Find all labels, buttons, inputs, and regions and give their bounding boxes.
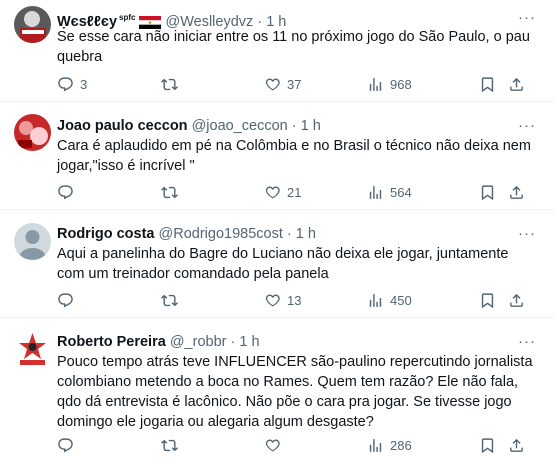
- views-count: 286: [390, 437, 412, 453]
- timestamp[interactable]: 1 h: [296, 226, 316, 242]
- reply-button[interactable]: [57, 182, 80, 202]
- like-button[interactable]: [264, 435, 287, 455]
- bookmark-button[interactable]: [479, 290, 496, 310]
- retweet-icon: [161, 76, 178, 93]
- reply-icon: [57, 76, 74, 93]
- tweet[interactable]: Rodrigo costa @Rodrigo1985cost · 1 h ···…: [0, 210, 554, 318]
- like-button[interactable]: 37: [264, 74, 301, 94]
- more-icon[interactable]: ···: [518, 8, 536, 28]
- views-button[interactable]: 968: [367, 74, 412, 94]
- tweet-actions: 21 564: [57, 182, 527, 202]
- author-handle[interactable]: @joao_ceccon: [192, 118, 288, 134]
- reply-button[interactable]: [57, 435, 80, 455]
- views-icon: [367, 437, 384, 454]
- like-button[interactable]: 21: [264, 182, 301, 202]
- like-count: 13: [287, 292, 302, 308]
- tweet-header: Joao paulo ceccon @joao_ceccon · 1 h ···: [57, 116, 536, 136]
- reply-icon: [57, 292, 74, 309]
- name-suffix: spfc: [119, 13, 136, 22]
- retweet-icon: [161, 184, 178, 201]
- reply-icon: [57, 437, 74, 454]
- reply-count: 3: [80, 76, 88, 92]
- avatar[interactable]: [14, 114, 51, 151]
- views-button[interactable]: 564: [367, 182, 412, 202]
- views-count: 968: [390, 76, 412, 92]
- author-name[interactable]: Joao paulo ceccon: [57, 118, 188, 134]
- reply-button[interactable]: 3: [57, 74, 87, 94]
- tweet[interactable]: Joao paulo ceccon @joao_ceccon · 1 h ···…: [0, 102, 554, 210]
- like-icon: [264, 184, 281, 201]
- share-button[interactable]: [508, 435, 525, 455]
- more-icon[interactable]: ···: [518, 224, 536, 244]
- like-icon: [264, 292, 281, 309]
- tweet-header: Rodrigo costa @Rodrigo1985cost · 1 h ···: [57, 224, 536, 244]
- share-button[interactable]: [508, 182, 525, 202]
- more-icon[interactable]: ···: [518, 332, 536, 352]
- reply-button[interactable]: [57, 290, 80, 310]
- retweet-button[interactable]: [161, 182, 184, 202]
- tweet-text: Pouco tempo atrás teve INFLUENCER são-pa…: [57, 354, 533, 430]
- avatar[interactable]: [14, 6, 51, 43]
- bookmark-button[interactable]: [479, 435, 496, 455]
- share-button[interactable]: [508, 74, 525, 94]
- bookmark-icon: [479, 76, 496, 93]
- avatar[interactable]: [14, 330, 51, 367]
- like-button[interactable]: 13: [264, 290, 301, 310]
- share-icon: [508, 76, 525, 93]
- author-name[interactable]: Rodrigo costa: [57, 226, 154, 242]
- views-count: 450: [390, 292, 412, 308]
- bookmark-button[interactable]: [479, 74, 496, 94]
- bookmark-button[interactable]: [479, 182, 496, 202]
- retweet-button[interactable]: [161, 74, 184, 94]
- tweet-actions: 13 450: [57, 290, 527, 310]
- like-icon: [264, 76, 281, 93]
- tweet-actions: 3 37 968: [57, 74, 527, 94]
- tweet-feed: Ẉєѕℓℓєу spfc @Weslleydvz · 1 h ··· Se ess…: [0, 0, 554, 465]
- share-icon: [508, 292, 525, 309]
- author-name[interactable]: Roberto Pereira: [57, 334, 166, 350]
- bookmark-icon: [479, 437, 496, 454]
- like-count: 21: [287, 184, 302, 200]
- tweet[interactable]: Ẉєѕℓℓєу spfc @Weslleydvz · 1 h ··· Se ess…: [0, 0, 554, 102]
- more-icon[interactable]: ···: [518, 116, 536, 136]
- like-count: 37: [287, 76, 302, 92]
- timestamp[interactable]: 1 h: [301, 118, 321, 134]
- views-icon: [367, 292, 384, 309]
- tweet-header: Ẉєѕℓℓєу spfc @Weslleydvz · 1 h ···: [57, 8, 536, 30]
- views-count: 564: [390, 184, 412, 200]
- views-button[interactable]: 450: [367, 290, 412, 310]
- separator-dot: ·: [291, 118, 297, 134]
- flag-icon: [139, 15, 162, 29]
- share-icon: [508, 184, 525, 201]
- views-icon: [367, 184, 384, 201]
- avatar[interactable]: [14, 223, 51, 260]
- separator-dot: ·: [230, 334, 236, 350]
- author-handle[interactable]: @Rodrigo1985cost: [159, 226, 283, 242]
- share-icon: [508, 437, 525, 454]
- tweet-text: Cara é aplaudido em pé na Colômbia e no …: [57, 138, 531, 174]
- retweet-icon: [161, 292, 178, 309]
- views-button[interactable]: 286: [367, 435, 412, 455]
- retweet-button[interactable]: [161, 435, 184, 455]
- bookmark-icon: [479, 184, 496, 201]
- like-icon: [264, 437, 281, 454]
- tweet-actions: 286: [57, 435, 527, 455]
- retweet-button[interactable]: [161, 290, 184, 310]
- views-icon: [367, 76, 384, 93]
- retweet-icon: [161, 437, 178, 454]
- reply-icon: [57, 184, 74, 201]
- tweet-header: Roberto Pereira @_robbr · 1 h ···: [57, 332, 536, 352]
- author-handle[interactable]: @_robbr: [170, 334, 227, 350]
- separator-dot: ·: [286, 226, 292, 242]
- tweet-text: Aqui a panelinha do Bagre do Luciano não…: [57, 246, 509, 282]
- share-button[interactable]: [508, 290, 525, 310]
- tweet[interactable]: Roberto Pereira @_robbr · 1 h ··· Pouco …: [0, 318, 554, 465]
- tweet-text: Se esse cara não iniciar entre os 11 no …: [57, 29, 530, 65]
- timestamp[interactable]: 1 h: [239, 334, 259, 350]
- bookmark-icon: [479, 292, 496, 309]
